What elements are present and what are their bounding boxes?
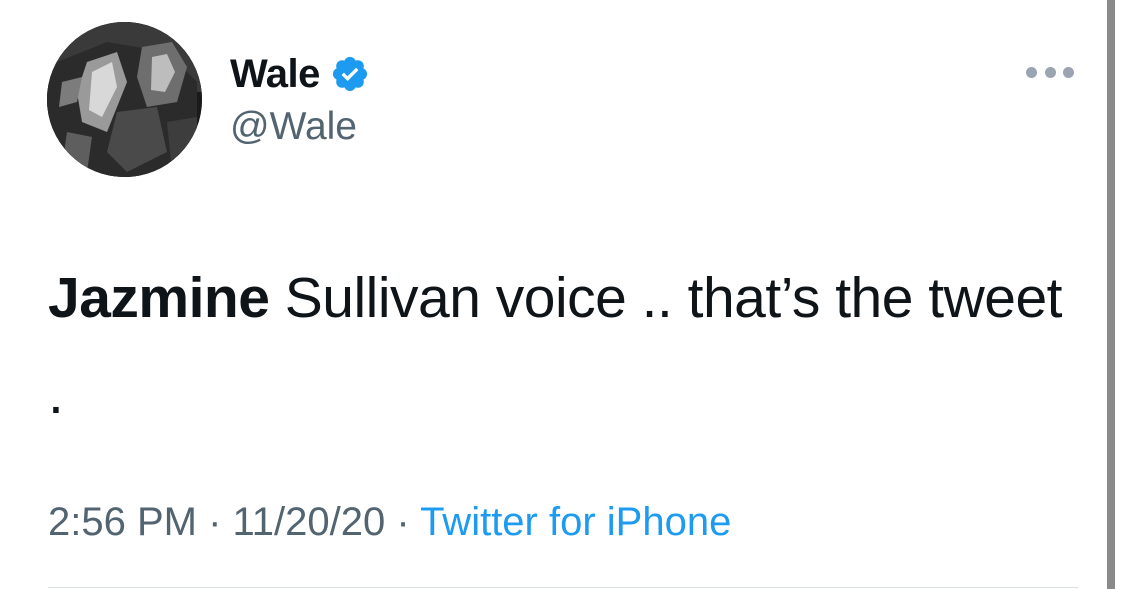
tweet-time[interactable]: 2:56 PM (48, 500, 197, 544)
more-options-icon[interactable] (1026, 62, 1074, 82)
more-dot (1026, 66, 1037, 78)
tweet-card: Wale @Wale Jazmine Sullivan voice .. tha… (0, 0, 1125, 589)
tweet-text: Jazmine Sullivan voice .. that’s the twe… (48, 250, 1088, 442)
scrollbar[interactable] (1107, 0, 1115, 589)
tweet-meta: 2:56 PM · 11/20/20 · Twitter for iPhone (48, 500, 731, 545)
author-name[interactable]: Wale (230, 52, 320, 97)
author-name-row[interactable]: Wale (230, 48, 370, 100)
more-dot (1063, 66, 1074, 78)
meta-separator: · (196, 500, 233, 544)
author-handle[interactable]: @Wale (230, 105, 357, 149)
more-dot (1044, 66, 1056, 78)
meta-separator: · (385, 500, 421, 544)
avatar[interactable] (47, 22, 202, 177)
tweet-text-bold: Jazmine (48, 266, 270, 330)
tweet-date[interactable]: 11/20/20 (233, 500, 386, 544)
verified-badge-icon (330, 54, 370, 94)
tweet-source-link[interactable]: Twitter for iPhone (420, 500, 731, 544)
avatar-image (47, 22, 202, 177)
divider (48, 587, 1078, 588)
